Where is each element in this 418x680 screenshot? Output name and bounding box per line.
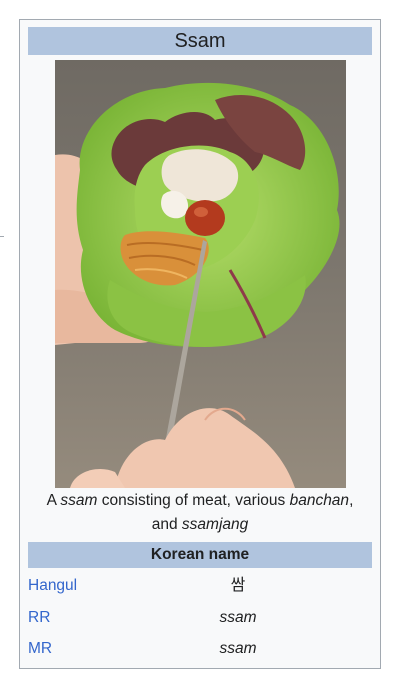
- row-mr: MR ssam: [28, 635, 372, 663]
- caption-text: consisting of meat, various: [97, 492, 290, 509]
- infobox-title: Ssam: [28, 27, 372, 55]
- mr-value: ssam: [219, 640, 257, 657]
- row-rr: RR ssam: [28, 604, 372, 632]
- infobox-caption: A ssam consisting of meat, various banch…: [28, 489, 372, 537]
- rr-link[interactable]: RR: [28, 604, 50, 632]
- caption-text: A: [46, 492, 61, 509]
- korean-name-header: Korean name: [28, 542, 372, 568]
- row-hangul: Hangul 쌈: [28, 572, 372, 600]
- infobox: Ssam A ssam consisting of meat, various …: [19, 19, 381, 669]
- caption-text: ,: [349, 492, 354, 509]
- caption-banchan: banchan: [289, 492, 350, 509]
- rr-value: ssam: [219, 609, 257, 626]
- infobox-image[interactable]: [55, 60, 346, 488]
- mr-link[interactable]: MR: [28, 635, 52, 663]
- caption-ssamjang: ssamjang: [181, 516, 249, 533]
- page-edge-marker: [0, 236, 4, 237]
- hangul-value: 쌈: [230, 577, 246, 594]
- caption-ssam: ssam: [60, 492, 98, 509]
- caption-text: and: [151, 516, 182, 533]
- hangul-link[interactable]: Hangul: [28, 572, 77, 600]
